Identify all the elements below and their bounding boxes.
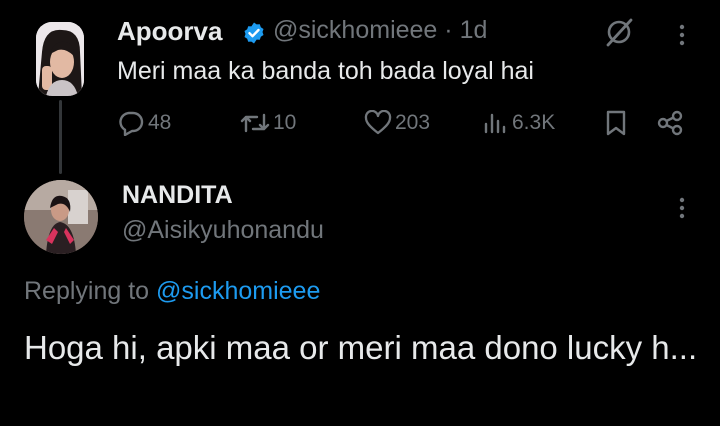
reply-avatar[interactable] bbox=[24, 180, 98, 254]
views-icon bbox=[484, 113, 506, 134]
reply-handle[interactable]: @Aisikyuhonandu bbox=[122, 216, 324, 245]
thread-connector-line bbox=[59, 100, 62, 174]
reply-icon bbox=[119, 111, 144, 136]
parent-display-name[interactable]: Apoorva bbox=[117, 16, 222, 47]
like-button[interactable]: 203 bbox=[364, 108, 430, 138]
reply-button[interactable]: 48 bbox=[117, 108, 171, 138]
reply-count: 48 bbox=[148, 111, 172, 134]
heart-icon bbox=[364, 110, 392, 135]
reply-tweet-text: Hoga hi, apki maa or meri maa dono lucky… bbox=[24, 329, 698, 366]
like-count: 203 bbox=[395, 111, 431, 134]
repost-count: 10 bbox=[273, 111, 297, 134]
views-count: 6.3K bbox=[512, 111, 556, 134]
parent-avatar-image bbox=[36, 22, 84, 96]
repost-button[interactable]: 10 bbox=[240, 108, 296, 138]
parent-handle-row: @sickhomieee · 1d bbox=[273, 16, 487, 45]
parent-avatar[interactable] bbox=[36, 22, 84, 96]
grok-icon[interactable] bbox=[604, 16, 634, 48]
bookmark-icon[interactable] bbox=[604, 108, 628, 138]
more-vertical-icon[interactable] bbox=[671, 193, 693, 223]
more-vertical-icon[interactable] bbox=[671, 20, 693, 50]
replying-to-mention[interactable]: @sickhomieee bbox=[156, 277, 320, 305]
parent-handle[interactable]: @sickhomieee bbox=[273, 16, 437, 44]
reply-display-name[interactable]: NANDITA bbox=[122, 181, 233, 210]
replying-to-line: Replying to @sickhomieee bbox=[24, 277, 320, 306]
share-icon[interactable] bbox=[655, 108, 685, 138]
views-button[interactable]: 6.3K bbox=[483, 108, 555, 138]
reply-avatar-image bbox=[24, 180, 98, 254]
repost-icon bbox=[240, 113, 270, 133]
verified-badge-icon[interactable] bbox=[242, 21, 266, 45]
replying-to-label: Replying to bbox=[24, 277, 150, 305]
handle-separator: · bbox=[444, 16, 453, 44]
parent-tweet-text: Meri maa ka banda toh bada loyal hai bbox=[117, 57, 534, 85]
parent-timestamp[interactable]: 1d bbox=[460, 16, 488, 44]
